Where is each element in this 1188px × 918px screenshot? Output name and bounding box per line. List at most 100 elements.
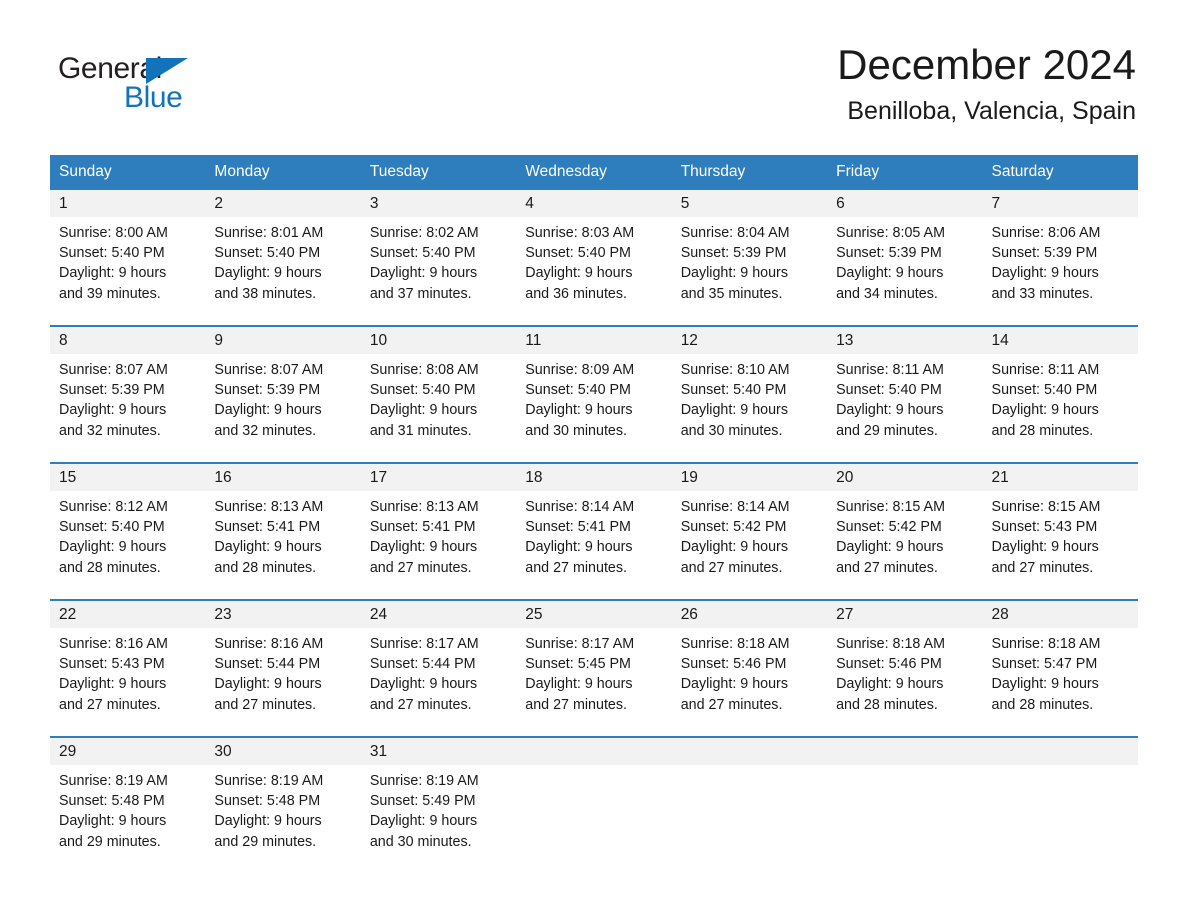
day-number[interactable]: 20 bbox=[827, 464, 982, 491]
week-day-numbers: 22 23 24 25 26 27 28 bbox=[50, 601, 1138, 628]
daylight-text-line1: Daylight: 9 hours bbox=[836, 676, 944, 693]
day-cell[interactable]: Sunrise: 8:15 AM Sunset: 5:42 PM Dayligh… bbox=[827, 497, 982, 599]
sunrise-text: Sunrise: 8:00 AM bbox=[59, 225, 168, 241]
sunrise-text: Sunrise: 8:02 AM bbox=[369, 225, 479, 241]
weekday-header-tuesday: Tuesday bbox=[369, 163, 429, 180]
day-cell[interactable]: Sunrise: 8:17 AM Sunset: 5:44 PM Dayligh… bbox=[361, 634, 516, 736]
day-cell[interactable]: Sunrise: 8:13 AM Sunset: 5:41 PM Dayligh… bbox=[361, 497, 516, 599]
day-cell[interactable]: Sunrise: 8:00 AM Sunset: 5:40 PM Dayligh… bbox=[50, 223, 205, 325]
day-cell[interactable]: Sunrise: 8:18 AM Sunset: 5:46 PM Dayligh… bbox=[672, 634, 827, 736]
day-cell[interactable]: Sunrise: 8:04 AM Sunset: 5:39 PM Dayligh… bbox=[672, 223, 827, 325]
daylight-text-line2: and 30 minutes. bbox=[680, 422, 783, 439]
day-cell[interactable]: Sunrise: 8:03 AM Sunset: 5:40 PM Dayligh… bbox=[516, 223, 671, 325]
day-number[interactable]: 1 bbox=[50, 190, 205, 217]
daylight-text-line1: Daylight: 9 hours bbox=[214, 402, 322, 419]
day-number[interactable]: 9 bbox=[205, 327, 360, 354]
daylight-text-line1: Daylight: 9 hours bbox=[214, 265, 322, 282]
day-number[interactable]: 7 bbox=[983, 190, 1138, 217]
day-number[interactable]: 8 bbox=[50, 327, 205, 354]
daylight-text-line2: and 32 minutes. bbox=[214, 422, 317, 439]
day-cell[interactable]: Sunrise: 8:13 AM Sunset: 5:41 PM Dayligh… bbox=[205, 497, 360, 599]
sunrise-text: Sunrise: 8:10 AM bbox=[680, 362, 790, 378]
week-day-numbers: 8 9 10 11 12 13 14 bbox=[50, 327, 1138, 354]
logo-text-blue: Blue bbox=[124, 81, 183, 114]
day-number[interactable]: 30 bbox=[205, 738, 360, 765]
day-cell[interactable]: Sunrise: 8:10 AM Sunset: 5:40 PM Dayligh… bbox=[672, 360, 827, 462]
day-cell[interactable]: Sunrise: 8:17 AM Sunset: 5:45 PM Dayligh… bbox=[516, 634, 671, 736]
day-number[interactable]: 23 bbox=[205, 601, 360, 628]
sunset-text: Sunset: 5:44 PM bbox=[369, 656, 476, 673]
daylight-text-line2: and 28 minutes. bbox=[991, 696, 1094, 713]
day-cell[interactable]: Sunrise: 8:07 AM Sunset: 5:39 PM Dayligh… bbox=[50, 360, 205, 462]
sunset-text: Sunset: 5:39 PM bbox=[836, 245, 942, 262]
sunset-text: Sunset: 5:39 PM bbox=[214, 382, 321, 399]
day-cell[interactable]: Sunrise: 8:09 AM Sunset: 5:40 PM Dayligh… bbox=[516, 360, 671, 462]
day-number[interactable]: 15 bbox=[50, 464, 205, 491]
day-number[interactable]: 27 bbox=[827, 601, 982, 628]
day-number[interactable]: 31 bbox=[361, 738, 516, 765]
day-number[interactable]: 5 bbox=[672, 190, 827, 217]
week-day-details: Sunrise: 8:12 AM Sunset: 5:40 PM Dayligh… bbox=[50, 491, 1138, 599]
daylight-text-line2: and 27 minutes. bbox=[369, 559, 472, 576]
week-day-details: Sunrise: 8:16 AM Sunset: 5:43 PM Dayligh… bbox=[50, 628, 1138, 736]
daylight-text-line2: and 32 minutes. bbox=[59, 422, 161, 439]
sunset-text: Sunset: 5:43 PM bbox=[991, 519, 1098, 536]
weekday-header-friday: Friday bbox=[836, 163, 880, 180]
daylight-text-line2: and 28 minutes. bbox=[836, 696, 938, 713]
day-number[interactable]: 13 bbox=[827, 327, 982, 354]
day-cell[interactable]: Sunrise: 8:16 AM Sunset: 5:43 PM Dayligh… bbox=[50, 634, 205, 736]
day-number[interactable]: 6 bbox=[827, 190, 982, 217]
day-number[interactable]: 18 bbox=[516, 464, 671, 491]
daylight-text-line1: Daylight: 9 hours bbox=[525, 265, 633, 282]
day-cell[interactable]: Sunrise: 8:18 AM Sunset: 5:47 PM Dayligh… bbox=[983, 634, 1138, 736]
day-number[interactable]: 11 bbox=[516, 327, 671, 354]
day-cell[interactable]: Sunrise: 8:01 AM Sunset: 5:40 PM Dayligh… bbox=[205, 223, 360, 325]
day-number[interactable]: 3 bbox=[361, 190, 516, 217]
day-number[interactable]: 28 bbox=[983, 601, 1138, 628]
week-day-numbers: 29 30 31 bbox=[50, 738, 1138, 765]
daylight-text-line1: Daylight: 9 hours bbox=[836, 265, 944, 282]
day-cell[interactable]: Sunrise: 8:11 AM Sunset: 5:40 PM Dayligh… bbox=[983, 360, 1138, 462]
day-number[interactable]: 21 bbox=[983, 464, 1138, 491]
day-cell[interactable]: Sunrise: 8:15 AM Sunset: 5:43 PM Dayligh… bbox=[983, 497, 1138, 599]
day-cell[interactable]: Sunrise: 8:12 AM Sunset: 5:40 PM Dayligh… bbox=[50, 497, 205, 599]
day-cell[interactable]: Sunrise: 8:19 AM Sunset: 5:48 PM Dayligh… bbox=[50, 771, 205, 873]
day-number[interactable]: 19 bbox=[672, 464, 827, 491]
day-cell[interactable]: Sunrise: 8:11 AM Sunset: 5:40 PM Dayligh… bbox=[827, 360, 982, 462]
day-number[interactable]: 24 bbox=[361, 601, 516, 628]
day-number[interactable]: 25 bbox=[516, 601, 671, 628]
day-cell[interactable]: Sunrise: 8:08 AM Sunset: 5:40 PM Dayligh… bbox=[361, 360, 516, 462]
day-cell[interactable]: Sunrise: 8:16 AM Sunset: 5:44 PM Dayligh… bbox=[205, 634, 360, 736]
daylight-text-line1: Daylight: 9 hours bbox=[680, 539, 788, 556]
day-number[interactable]: 2 bbox=[205, 190, 360, 217]
day-cell[interactable]: Sunrise: 8:06 AM Sunset: 5:39 PM Dayligh… bbox=[983, 223, 1138, 325]
day-cell[interactable]: Sunrise: 8:19 AM Sunset: 5:48 PM Dayligh… bbox=[205, 771, 360, 873]
sunrise-text: Sunrise: 8:16 AM bbox=[59, 636, 168, 652]
day-cell[interactable]: Sunrise: 8:05 AM Sunset: 5:39 PM Dayligh… bbox=[827, 223, 982, 325]
day-cell[interactable]: Sunrise: 8:18 AM Sunset: 5:46 PM Dayligh… bbox=[827, 634, 982, 736]
generalblue-logo[interactable]: General Blue bbox=[50, 44, 200, 116]
day-number[interactable]: 12 bbox=[672, 327, 827, 354]
day-number[interactable]: 16 bbox=[205, 464, 360, 491]
day-cell[interactable]: Sunrise: 8:14 AM Sunset: 5:42 PM Dayligh… bbox=[672, 497, 827, 599]
day-cell[interactable]: Sunrise: 8:07 AM Sunset: 5:39 PM Dayligh… bbox=[205, 360, 360, 462]
day-cell[interactable]: Sunrise: 8:14 AM Sunset: 5:41 PM Dayligh… bbox=[516, 497, 671, 599]
day-number[interactable]: 22 bbox=[50, 601, 205, 628]
sunrise-text: Sunrise: 8:06 AM bbox=[991, 225, 1101, 241]
sunrise-text: Sunrise: 8:09 AM bbox=[525, 362, 635, 378]
day-number[interactable]: 10 bbox=[361, 327, 516, 354]
sunset-text: Sunset: 5:39 PM bbox=[991, 245, 1098, 262]
sunset-text: Sunset: 5:48 PM bbox=[214, 793, 321, 810]
day-number[interactable]: 29 bbox=[50, 738, 205, 765]
sunrise-text: Sunrise: 8:13 AM bbox=[369, 499, 479, 515]
day-number[interactable]: 26 bbox=[672, 601, 827, 628]
day-number[interactable]: 17 bbox=[361, 464, 516, 491]
sunrise-text: Sunrise: 8:18 AM bbox=[991, 636, 1101, 652]
day-number[interactable]: 4 bbox=[516, 190, 671, 217]
day-cell[interactable]: Sunrise: 8:19 AM Sunset: 5:49 PM Dayligh… bbox=[361, 771, 516, 873]
daylight-text-line2: and 27 minutes. bbox=[59, 696, 161, 713]
calendar-grid: Sunday Monday Tuesday Wednesday Thursday… bbox=[50, 155, 1138, 873]
day-number[interactable]: 14 bbox=[983, 327, 1138, 354]
daylight-text-line1: Daylight: 9 hours bbox=[836, 539, 944, 556]
day-cell[interactable]: Sunrise: 8:02 AM Sunset: 5:40 PM Dayligh… bbox=[361, 223, 516, 325]
